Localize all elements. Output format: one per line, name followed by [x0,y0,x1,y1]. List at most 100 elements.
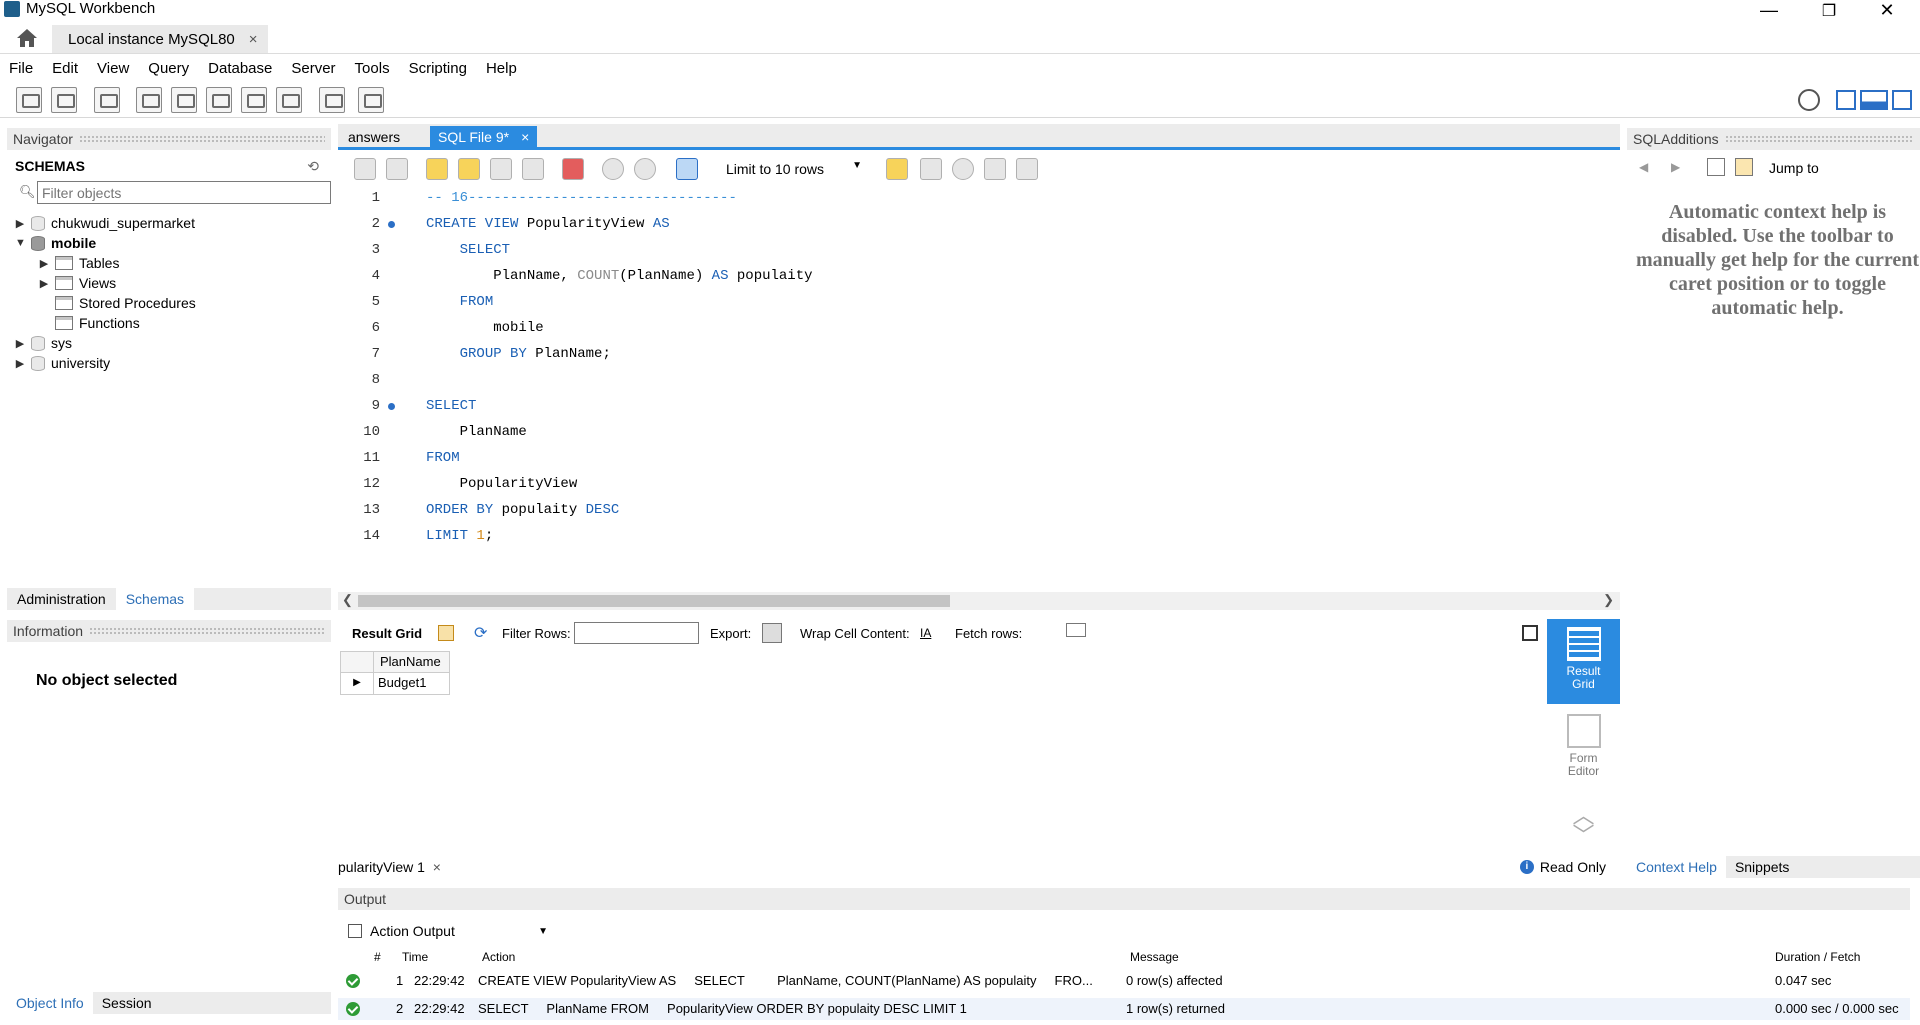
schema-sys[interactable]: ▶ sys [15,333,72,353]
toggle-error-icon[interactable] [562,158,584,180]
refresh-schemas-icon[interactable]: ⟲ [307,158,319,175]
side-form-editor-button[interactable]: Form Editor [1547,706,1620,791]
add-snippet-icon[interactable] [886,158,908,180]
create-schema-icon[interactable] [136,87,162,113]
menu-query[interactable]: Query [148,60,189,77]
tab-schemas[interactable]: Schemas [115,588,195,610]
grid-layout-icon[interactable] [438,625,454,641]
menu-view[interactable]: View [97,60,129,77]
sql-editor[interactable]: 1 -- 16-------------------------------- … [338,186,1620,591]
schema-mobile[interactable]: ▼ mobile [15,233,96,253]
filter-objects-input[interactable] [37,181,331,204]
grid-corner[interactable] [340,651,374,673]
close-tab-icon[interactable]: × [521,129,529,145]
side-result-grid-button[interactable]: Result Grid [1547,619,1620,704]
rollback-icon[interactable] [634,158,656,180]
forward-icon[interactable]: ▶ [1671,160,1680,174]
toggle-secondary-sidebar-icon[interactable] [1892,90,1912,110]
tab-snippets[interactable]: Snippets [1726,856,1798,878]
tab-answers[interactable]: answers [340,126,408,148]
toggle-sidebar-icon[interactable] [1836,90,1856,110]
tab-sql-file[interactable]: SQL File 9* × [430,126,538,148]
collapse-arrow-icon[interactable]: ▼ [15,237,26,249]
side-navigation[interactable]: ︿ ﹀ [1547,805,1620,850]
result-grid-label[interactable]: Result Grid [352,626,422,641]
menu-database[interactable]: Database [208,60,272,77]
scrollbar-thumb[interactable] [358,595,950,607]
toggle-output-icon[interactable] [1860,90,1888,110]
maximize-button[interactable]: ❐ [1800,0,1858,21]
tab-session[interactable]: Session [93,992,161,1014]
fetch-rows-icon[interactable] [1066,623,1086,637]
find-icon[interactable] [952,158,974,180]
execute-icon[interactable] [426,158,448,180]
menu-scripting[interactable]: Scripting [409,60,467,77]
tab-popularityview-result[interactable]: pularityView 1 × [338,859,441,875]
close-button[interactable]: ✕ [1858,0,1916,21]
stop-icon[interactable] [522,158,544,180]
scroll-right-icon[interactable]: ❯ [1603,592,1614,608]
explain-icon[interactable] [490,158,512,180]
create-view-icon[interactable] [206,87,232,113]
export-icon[interactable] [762,623,782,643]
execute-current-icon[interactable] [458,158,480,180]
back-icon[interactable]: ◀ [1639,160,1648,174]
tree-item-functions[interactable]: Functions [55,313,140,333]
output-type-select[interactable]: Action Output ▼ [348,920,548,942]
expand-arrow-icon[interactable]: ▶ [39,257,49,270]
new-sql-tab-icon[interactable] [16,87,42,113]
menu-help[interactable]: Help [486,60,517,77]
expand-arrow-icon[interactable]: ▶ [39,277,49,290]
table-cell[interactable]: Budget1 [374,673,450,695]
menu-tools[interactable]: Tools [355,60,390,77]
create-function-icon[interactable] [276,87,302,113]
scroll-left-icon[interactable]: ❮ [342,592,353,608]
menu-edit[interactable]: Edit [52,60,78,77]
settings-icon[interactable] [1798,89,1820,111]
tab-object-info[interactable]: Object Info [7,992,93,1014]
expand-arrow-icon[interactable]: ▶ [15,357,25,370]
tab-context-help[interactable]: Context Help [1627,856,1726,878]
wrap-lines-icon[interactable] [1016,158,1038,180]
tab-administration[interactable]: Administration [7,588,116,610]
close-tab-icon[interactable]: × [433,859,441,875]
wrap-cell-icon[interactable]: IA [920,626,931,640]
chevron-down-icon[interactable]: ﹀ [1547,825,1620,847]
limit-rows-select[interactable]: Limit to 10 rows ▼ [720,158,870,180]
invisible-chars-icon[interactable] [984,158,1006,180]
tree-item-tables[interactable]: ▶ Tables [39,253,120,273]
home-button[interactable] [10,25,44,51]
expand-arrow-icon[interactable]: ▶ [15,217,25,230]
inspector-icon[interactable] [94,87,120,113]
row-indicator-icon[interactable]: ▶ [340,673,374,695]
minimize-button[interactable]: — [1740,0,1798,21]
table-row[interactable]: ▶ Budget1 [340,673,450,695]
filter-rows-input[interactable] [574,622,699,644]
toggle-panel-icon[interactable] [1522,625,1538,641]
schema-chukwudi-supermarket[interactable]: ▶ chukwudi_supermarket [15,213,195,233]
close-tab-icon[interactable]: × [249,31,258,48]
search-table-data-icon[interactable] [319,87,345,113]
create-procedure-icon[interactable] [241,87,267,113]
tab-local-instance[interactable]: Local instance MySQL80 × [52,25,268,53]
menu-server[interactable]: Server [291,60,335,77]
tree-item-stored-procedures[interactable]: Stored Procedures [55,293,196,313]
manual-help-icon[interactable] [1707,158,1725,176]
output-row[interactable]: 2 22:29:42 SELECT PlanName FROM Populari… [338,998,1910,1020]
commit-icon[interactable] [602,158,624,180]
schema-university[interactable]: ▶ university [15,353,110,373]
column-header-planname[interactable]: PlanName [374,651,450,673]
jump-to-select[interactable]: Jump to [1769,160,1819,176]
create-table-icon[interactable] [171,87,197,113]
reconnect-icon[interactable] [358,87,384,113]
beautify-icon[interactable] [920,158,942,180]
auto-help-icon[interactable] [1735,158,1753,176]
tree-item-views[interactable]: ▶ Views [39,273,116,293]
expand-arrow-icon[interactable]: ▶ [15,337,25,350]
autocommit-icon[interactable] [676,158,698,180]
output-row[interactable]: 1 22:29:42 CREATE VIEW PopularityView AS… [338,970,1910,992]
menu-file[interactable]: File [9,60,33,77]
editor-horizontal-scrollbar[interactable]: ❮ ❯ [338,592,1620,610]
save-icon[interactable] [386,158,408,180]
open-sql-script-icon[interactable] [51,87,77,113]
